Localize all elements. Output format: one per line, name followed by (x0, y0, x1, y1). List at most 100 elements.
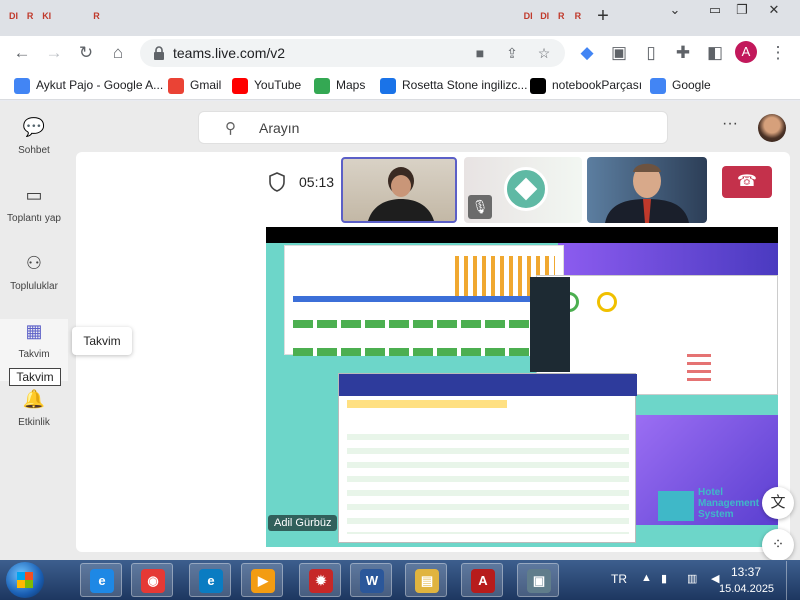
participant-tile-man[interactable] (587, 157, 707, 223)
shared-banner (558, 243, 778, 277)
word-icon: W (360, 569, 384, 593)
browser-tab[interactable] (338, 6, 353, 26)
browser-tab[interactable] (355, 6, 370, 26)
rail-item-communities[interactable]: ⚇ Topluluklar (0, 251, 68, 313)
translate-icon[interactable]: 文 (762, 487, 794, 519)
user-avatar[interactable] (758, 114, 786, 142)
search-box[interactable]: ⚲ Arayın (198, 111, 668, 144)
taskbar-app[interactable]: ▤ (405, 563, 447, 597)
rail-item-chat[interactable]: 💬 Sohbet (0, 115, 68, 177)
browser-tab[interactable]: DI (521, 6, 536, 26)
minimize-icon[interactable]: ▭ (705, 2, 725, 18)
participant-tile-self[interactable] (341, 157, 457, 223)
browser-tab[interactable] (205, 6, 220, 26)
bookmark-label: Gmail (190, 78, 222, 92)
browser-tab[interactable] (305, 6, 320, 26)
browser-tab[interactable] (272, 6, 287, 26)
bookmark-item[interactable]: notebookParçası (530, 76, 642, 94)
taskbar-app[interactable]: W (350, 563, 392, 597)
browser-tab[interactable] (222, 6, 237, 26)
share-icon[interactable]: ⇪ (502, 43, 522, 63)
start-button[interactable] (6, 562, 44, 598)
bookmark-item[interactable]: Gmail (168, 76, 221, 94)
bookmark-star-icon[interactable]: ☆ (534, 43, 554, 63)
browser-tab[interactable] (388, 6, 403, 26)
browser-menu-icon[interactable]: ⋮ (766, 41, 790, 65)
tab-search-chevron-icon[interactable]: ⌄ (665, 2, 685, 18)
shield-icon[interactable] (268, 172, 286, 192)
browser-tab[interactable] (404, 6, 419, 26)
search-placeholder: Arayın (259, 120, 300, 136)
document-icon[interactable]: ▯ (639, 41, 663, 65)
browser-tab[interactable] (72, 6, 87, 26)
bookmark-item[interactable]: Rosetta Stone ingilizc... (380, 76, 527, 94)
close-window-icon[interactable]: ✕ (764, 2, 784, 18)
browser-tab[interactable]: DI (6, 6, 21, 26)
taskbar-app[interactable]: e (189, 563, 231, 597)
taskbar-app[interactable]: A (461, 563, 503, 597)
browser-tab[interactable] (321, 6, 336, 26)
browser-tab[interactable] (56, 6, 71, 26)
new-tab-button[interactable]: + (593, 4, 613, 28)
browser-tab[interactable] (288, 6, 303, 26)
browser-tab[interactable]: KI (39, 6, 54, 26)
browser-tab[interactable]: DI (537, 6, 552, 26)
browser-tab[interactable] (139, 6, 154, 26)
more-options-icon[interactable]: ··· (722, 115, 738, 133)
browser-tab[interactable] (238, 6, 253, 26)
address-bar[interactable]: teams.live.com/v2 ■ ⇪ ☆ (140, 39, 565, 67)
browser-tab[interactable]: R (570, 6, 585, 26)
reload-icon[interactable]: ↻ (74, 41, 98, 65)
network-icon[interactable]: ▥ (687, 572, 697, 585)
browser-tab[interactable] (122, 6, 137, 26)
tray-expand-icon[interactable]: ▲ (641, 572, 652, 584)
browser-tab[interactable]: R (554, 6, 569, 26)
bookmark-diamond-icon (14, 77, 30, 94)
clock-time[interactable]: 13:37 (731, 565, 761, 579)
participant-tile-muted[interactable]: 🎙 (464, 157, 582, 223)
browser-tab[interactable] (172, 6, 187, 26)
profile-avatar[interactable]: A (735, 41, 757, 63)
browser-tab[interactable] (189, 6, 204, 26)
extension-diamond-icon[interactable]: ◆ (575, 41, 599, 65)
extension-box-icon[interactable]: ▣ (607, 41, 631, 65)
browser-tab[interactable] (471, 6, 486, 26)
browser-tab[interactable] (421, 6, 436, 26)
forward-arrow-icon[interactable]: → (42, 41, 66, 65)
language-indicator[interactable]: TR (611, 572, 627, 586)
extensions-puzzle-icon[interactable]: ✚ (671, 41, 695, 65)
leave-call-button[interactable]: ☎ (722, 166, 772, 198)
camera-in-use-icon[interactable]: ■ (470, 43, 490, 63)
url-text: teams.live.com/v2 (173, 45, 286, 61)
bookmark-item[interactable]: Maps (314, 76, 365, 94)
browser-tab[interactable] (504, 6, 519, 26)
taskbar-app[interactable]: e (80, 563, 122, 597)
browser-tab[interactable] (255, 6, 270, 26)
taskbar-app[interactable]: ✹ (299, 563, 341, 597)
back-arrow-icon[interactable]: ← (10, 41, 34, 65)
rail-item-bell[interactable]: 🔔 Etkinlik (0, 387, 68, 449)
browser-tab[interactable] (106, 6, 121, 26)
tray-device-icon[interactable]: ▮ (661, 572, 667, 585)
restore-icon[interactable]: ❐ (732, 2, 752, 18)
bookmark-item[interactable]: YouTube (232, 76, 301, 94)
show-desktop-button[interactable] (786, 561, 800, 600)
browser-tab[interactable] (487, 6, 502, 26)
browser-tab[interactable]: R (23, 6, 38, 26)
side-panel-icon[interactable]: ◧ (703, 41, 727, 65)
browser-tab[interactable] (371, 6, 386, 26)
browser-tab[interactable] (438, 6, 453, 26)
schedule-bar (293, 296, 557, 302)
browser-tab[interactable]: R (89, 6, 104, 26)
taskbar-app[interactable]: ◉ (131, 563, 173, 597)
bookmark-item[interactable]: Google (650, 76, 711, 94)
taskbar-app[interactable]: ▶ (241, 563, 283, 597)
home-icon[interactable]: ⌂ (106, 41, 130, 65)
taskbar-app[interactable]: ▣ (517, 563, 559, 597)
rail-item-video-camera[interactable]: ▭ Toplantı yap (0, 183, 68, 245)
browser-tab[interactable] (155, 6, 170, 26)
bookmark-item[interactable]: Aykut Pajo - Google A... (14, 76, 163, 94)
browser-tab[interactable] (454, 6, 469, 26)
apps-grid-icon[interactable]: ⁘ (762, 529, 794, 561)
clock-date[interactable]: 15.04.2025 (719, 583, 774, 595)
